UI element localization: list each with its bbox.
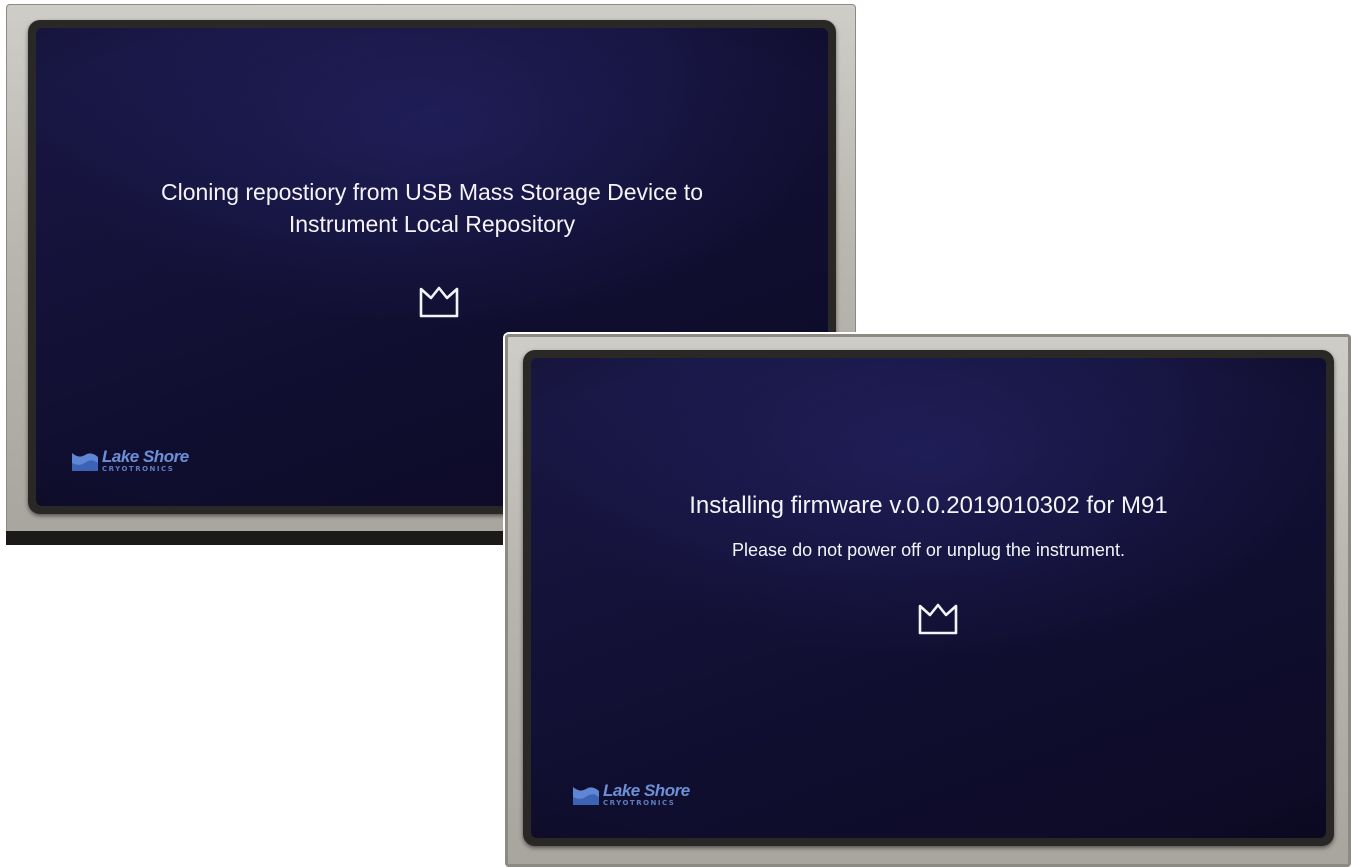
instrument-photo-installing: Installing firmware v.0.0.2019010302 for… — [505, 334, 1351, 867]
lake-shore-logo: Lake Shore CRYOTRONICS — [72, 448, 189, 473]
display-screen: Installing firmware v.0.0.2019010302 for… — [531, 358, 1326, 838]
lake-shore-logo: Lake Shore CRYOTRONICS — [573, 782, 690, 807]
status-message-line-2: Instrument Local Repository — [288, 211, 576, 237]
logo-name: Lake Shore — [603, 781, 690, 800]
lake-shore-logo-mark-icon — [72, 452, 98, 471]
status-message: Installing firmware v.0.0.2019010302 for… — [689, 492, 1168, 519]
logo-name: Lake Shore — [102, 447, 189, 466]
lake-shore-busy-icon — [917, 600, 959, 636]
status-message: Cloning repostiory from USB Mass Storage… — [36, 176, 828, 240]
status-message-line-1: Cloning repostiory from USB Mass Storage… — [161, 179, 703, 205]
display-bezel: Installing firmware v.0.0.2019010302 for… — [523, 350, 1334, 846]
logo-tagline: CRYOTRONICS — [102, 465, 175, 473]
logo-tagline: CRYOTRONICS — [603, 799, 676, 807]
warning-message: Please do not power off or unplug the in… — [732, 540, 1125, 560]
lake-shore-busy-icon — [418, 283, 460, 319]
lake-shore-logo-mark-icon — [573, 786, 599, 805]
